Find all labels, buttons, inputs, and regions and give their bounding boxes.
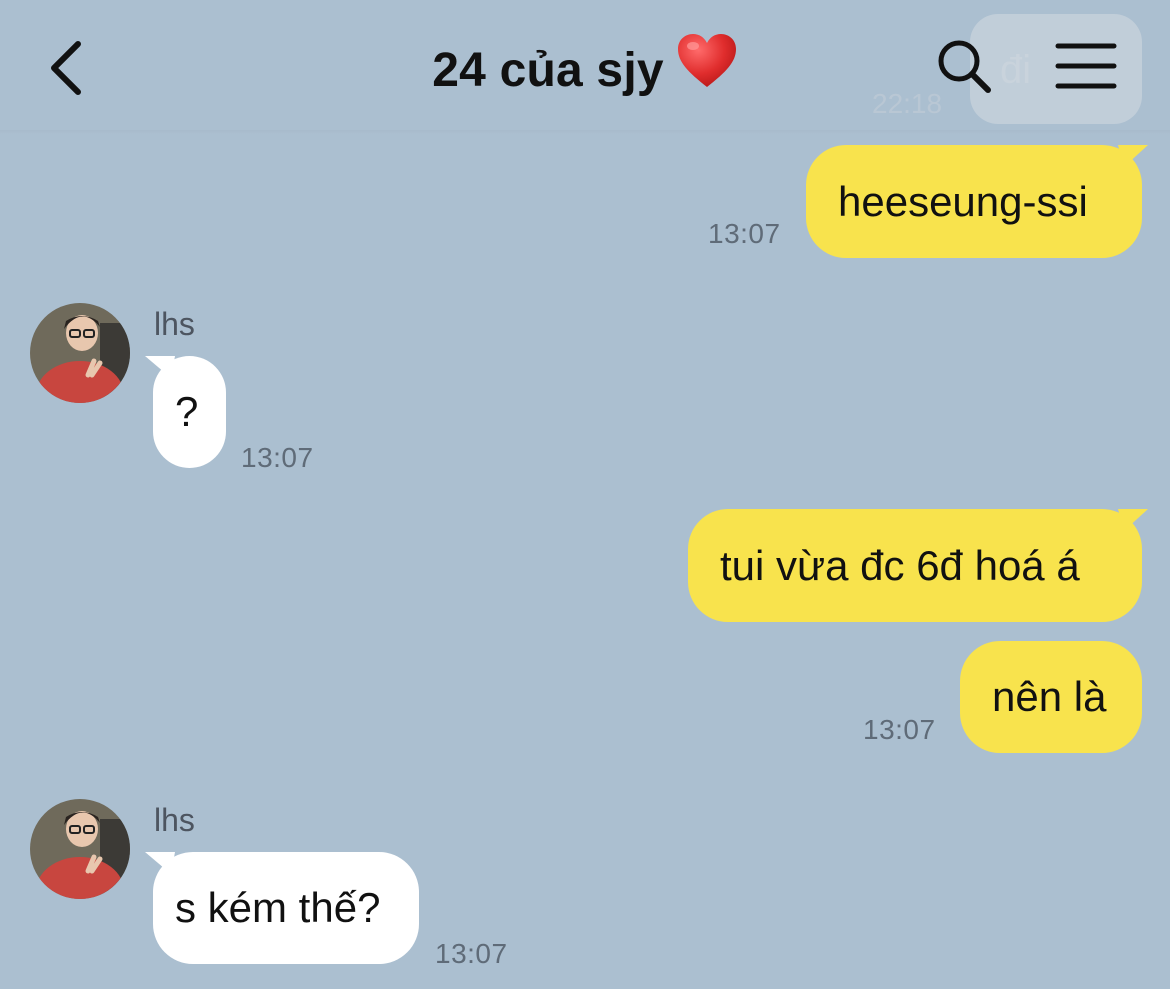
incoming-message-bubble[interactable]: s kém thế?: [153, 852, 419, 964]
outgoing-message-bubble[interactable]: heeseung-ssi: [806, 145, 1142, 258]
heart-icon: [676, 32, 738, 107]
bubble-tail: [1118, 509, 1148, 531]
message-text: heeseung-ssi: [838, 178, 1088, 225]
menu-button[interactable]: [1054, 40, 1118, 92]
message-text: s kém thế?: [175, 884, 381, 931]
message-text: ?: [175, 388, 199, 435]
avatar[interactable]: [30, 303, 130, 403]
message-timestamp: 13:07: [241, 442, 314, 473]
bubble-tail: [1118, 145, 1148, 167]
hamburger-menu-icon: [1055, 43, 1117, 89]
search-button[interactable]: [934, 36, 994, 96]
outgoing-message-bubble[interactable]: nên là: [960, 641, 1142, 753]
message-timestamp: 13:07: [708, 218, 781, 249]
message-timestamp: 13:07: [863, 714, 936, 745]
incoming-message-bubble[interactable]: ?: [153, 356, 226, 468]
avatar[interactable]: [30, 799, 130, 899]
header-divider: [0, 130, 1170, 134]
sender-name: lhs: [154, 802, 195, 838]
search-icon: [938, 40, 991, 93]
chat-title-text: 24 của sjy: [432, 44, 664, 98]
chat-header: đi 22:18 24 của sjy: [0, 0, 1170, 134]
chat-title: 24 của sjy: [0, 34, 1170, 111]
sender-name: lhs: [154, 306, 195, 342]
message-text: tui vừa đc 6đ hoá á: [720, 542, 1080, 589]
message-timestamp: 13:07: [435, 938, 508, 969]
outgoing-message-bubble[interactable]: tui vừa đc 6đ hoá á: [688, 509, 1142, 622]
message-text: nên là: [992, 673, 1107, 720]
